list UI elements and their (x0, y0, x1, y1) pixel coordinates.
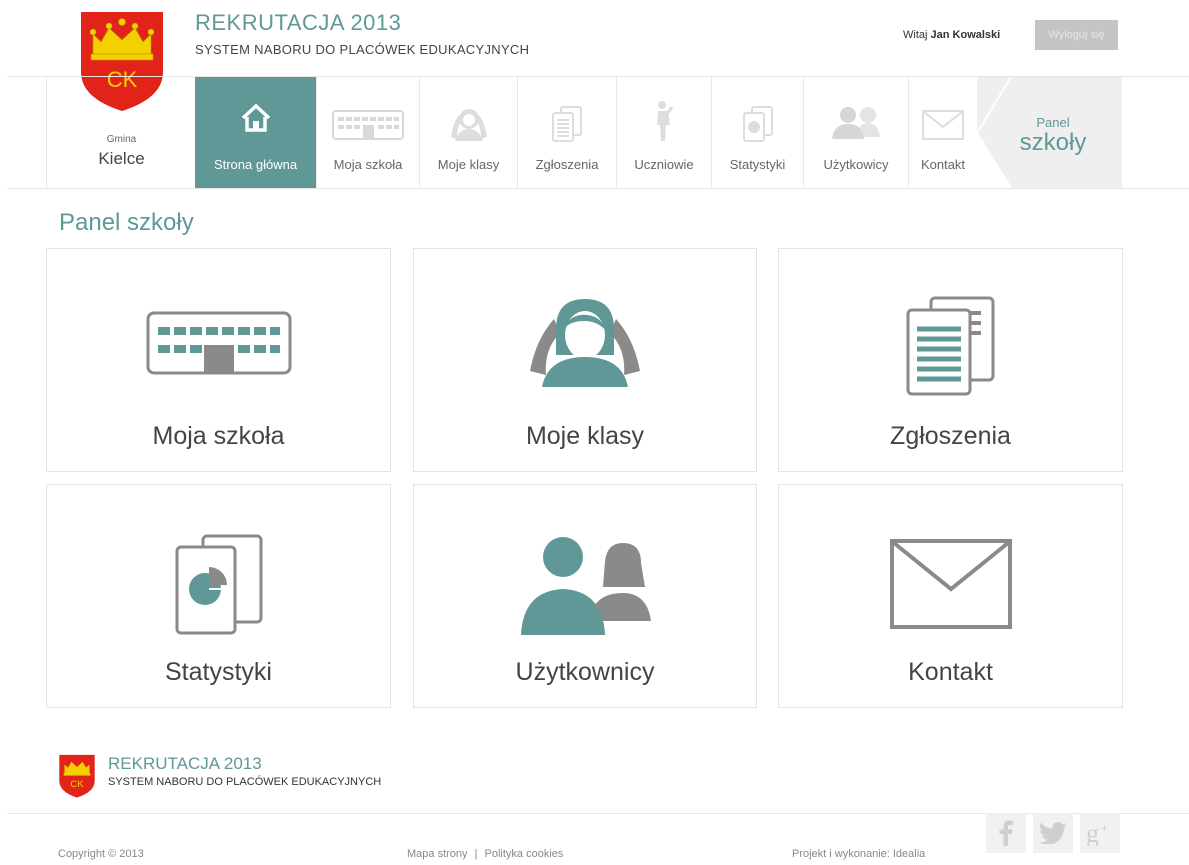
tile-label-contact: Kontakt (908, 658, 993, 686)
mail-icon (922, 110, 964, 140)
nav-label-home: Strona główna (213, 157, 298, 172)
documents-icon (552, 106, 582, 142)
nav-label-my-classes: Moje klasy (437, 157, 500, 172)
footer-subtitle: SYSTEM NABORU DO PLACÓWEK EDUKACYJNYCH (108, 776, 382, 788)
users-icon (832, 107, 880, 139)
tile-label-my-school: Moja szkoła (152, 422, 285, 450)
cookies-link[interactable]: Polityka cookies (485, 848, 564, 860)
sitemap-link[interactable]: Mapa strony (407, 848, 468, 860)
credit-text[interactable]: Projekt i wykonanie: Idealia (792, 848, 925, 860)
google-plus-button[interactable]: g + (1080, 813, 1120, 853)
panel-label-small: Panel (1036, 115, 1070, 130)
statistics-icon (742, 106, 773, 142)
nav-label-contact: Kontakt (920, 157, 966, 172)
logout-button[interactable]: Wyloguj się (1035, 20, 1118, 50)
nav-item-my-classes[interactable]: Moje klasy (420, 77, 518, 188)
nav-item-my-school[interactable]: Moja szkoła (317, 77, 420, 188)
twitter-icon (1039, 822, 1067, 844)
school-icon (332, 110, 404, 140)
school-icon (146, 311, 291, 375)
users-icon (521, 537, 651, 635)
link-separator: | (474, 848, 478, 860)
nav-item-applications[interactable]: Zgłoszenia (518, 77, 617, 188)
facebook-icon (999, 820, 1013, 846)
user-name: Jan Kowalski (930, 29, 1001, 41)
nav-label-my-school: Moja szkoła (333, 157, 403, 172)
svg-text:+: + (1101, 821, 1108, 835)
footer-title: REKRUTACJA 2013 (108, 754, 262, 773)
mail-icon (889, 539, 1012, 629)
tile-my-school[interactable]: Moja szkoła (46, 248, 391, 472)
footer-links: Mapa strony | Polityka cookies (407, 848, 563, 860)
gmina-name: Kielce (98, 149, 145, 168)
tile-users[interactable]: Użytkownicy (413, 484, 757, 708)
tile-label-applications: Zgłoszenia (890, 422, 1011, 450)
gmina-label: Gmina (106, 134, 137, 145)
nav-item-students[interactable]: Uczniowie (617, 77, 712, 188)
page-title: Panel szkoły (59, 209, 194, 236)
nav-item-contact[interactable]: Kontakt (909, 77, 977, 188)
footer-logo-text: CK (70, 779, 84, 790)
home-icon (241, 103, 270, 132)
nav-label-statistics: Statystyki (729, 157, 786, 172)
tile-applications[interactable]: Zgłoszenia (778, 248, 1123, 472)
nav-label-students: Uczniowie (634, 157, 694, 172)
app-subtitle: SYSTEM NABORU DO PLACÓWEK EDUKACYJNYCH (195, 42, 530, 57)
statistics-icon (175, 534, 262, 635)
twitter-button[interactable] (1033, 813, 1073, 853)
classes-icon (530, 299, 640, 387)
tile-label-my-classes: Moje klasy (525, 422, 645, 450)
footer-logo: CK (58, 754, 96, 798)
facebook-button[interactable] (986, 813, 1026, 853)
gmina-box: Gmina Kielce (46, 77, 195, 188)
google-plus-icon: g + (1086, 820, 1108, 846)
classes-icon (450, 109, 487, 141)
tile-label-users: Użytkownicy (515, 658, 655, 686)
nav-item-users[interactable]: Użytkowicy (804, 77, 909, 188)
tile-statistics[interactable]: Statystyki (46, 484, 391, 708)
welcome-text: Witaj Jan Kowalski (903, 29, 1000, 41)
nav-divider-bottom (7, 188, 1189, 189)
nav-item-statistics[interactable]: Statystyki (712, 77, 804, 188)
nav-label-users: Użytkowicy (823, 157, 889, 172)
tile-contact[interactable]: Kontakt (778, 484, 1123, 708)
nav-label-applications: Zgłoszenia (535, 157, 599, 172)
welcome-prefix: Witaj (903, 29, 928, 41)
panel-label-big: szkoły (1019, 129, 1087, 156)
documents-icon (906, 296, 994, 396)
nav-item-home[interactable]: Strona główna (195, 77, 317, 188)
tile-label-statistics: Statystyki (165, 658, 272, 686)
copyright-text: Copyright © 2013 (58, 848, 144, 860)
students-icon (657, 101, 674, 141)
svg-text:g: g (1086, 820, 1099, 846)
tile-my-classes[interactable]: Moje klasy (413, 248, 757, 472)
app-title: REKRUTACJA 2013 (195, 10, 402, 35)
